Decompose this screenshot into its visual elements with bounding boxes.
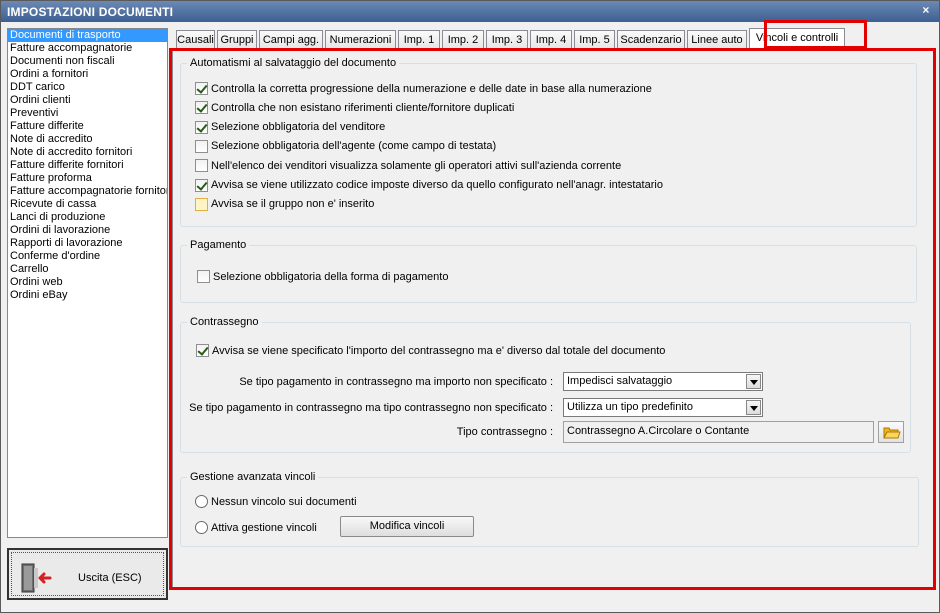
automatismo-checkbox[interactable]: Selezione obbligatoria del venditore [195,120,385,135]
tab-linee-auto[interactable]: Linee auto [687,30,747,51]
exit-button-label: Uscita (ESC) [78,572,142,584]
tab-panel-vincoli: Automatismi al salvataggio del documento… [172,50,934,590]
checkbox-box[interactable] [195,82,208,95]
checkbox-label: Selezione obbligatoria del venditore [211,121,386,134]
radio-circle[interactable] [195,521,208,534]
automatismo-checkbox[interactable]: Avvisa se il gruppo non e' inserito [195,197,374,212]
document-type-item[interactable]: Note di accredito [8,133,167,146]
checkbox-box[interactable] [196,344,209,357]
checkbox-label: Selezione obbligatoria dell'agente (come… [211,140,497,153]
close-icon[interactable]: × [919,3,933,17]
tab-imp-2[interactable]: Imp. 2 [442,30,484,51]
importo-label: Se tipo pagamento in contrassegno ma imp… [239,376,553,388]
radio-label: Attiva gestione vincoli [211,521,317,534]
tab-causali[interactable]: Causali [176,30,215,51]
checkbox-box[interactable] [195,178,208,192]
document-type-item[interactable]: Rapporti di lavorazione [8,237,167,250]
tab-imp-1[interactable]: Imp. 1 [398,30,440,51]
tab-campi-agg[interactable]: Campi agg. [259,30,323,51]
checkbox-label: Avvisa se viene utilizzato codice impost… [211,179,663,191]
tab-scadenzario[interactable]: Scadenzario [617,30,685,51]
automatismo-checkbox[interactable]: Avvisa se viene utilizzato codice impost… [195,178,663,193]
automatismo-checkbox[interactable]: Controlla la corretta progressione della… [195,81,652,96]
document-type-item[interactable]: Carrello [8,263,167,276]
checkbox-box[interactable] [195,101,208,115]
checkbox-label: Nell'elenco dei venditori visualizza sol… [211,159,622,172]
modifica-vincoli-button[interactable]: Modifica vincoli [340,516,474,537]
pagamento-group: Pagamento Selezione obbligatoria della f… [180,239,917,303]
automatismo-checkbox[interactable]: Nell'elenco dei venditori visualizza sol… [195,158,621,173]
automatismo-checkbox[interactable]: Controlla che non esistano riferimenti c… [195,100,514,115]
document-type-item[interactable]: Note di accredito fornitori [8,146,167,159]
document-type-item[interactable]: Documenti di trasporto [8,29,167,42]
document-type-item[interactable]: Conferme d'ordine [8,250,167,263]
checkbox-label: Controlla che non esistano riferimenti c… [211,101,515,114]
importo-selected-value: Impedisci salvataggio [567,375,673,387]
tipo-contrassegno-value: Contrassegno A.Circolare o Contante [567,425,750,437]
tab-gruppi[interactable]: Gruppi [217,30,257,51]
automatismi-group: Automatismi al salvataggio del documento… [180,57,917,227]
pagamento-legend: Pagamento [187,239,250,252]
window-title: IMPOSTAZIONI DOCUMENTI [7,5,174,19]
exit-door-icon [21,563,52,593]
document-type-item[interactable]: Fatture differite fornitori [8,159,167,172]
radio-label: Nessun vincolo sui documenti [211,495,357,508]
browse-folder-button[interactable] [878,421,904,443]
tipo-label: Se tipo pagamento in contrassegno ma tip… [189,402,553,414]
tab-imp-3[interactable]: Imp. 3 [486,30,528,51]
document-type-item[interactable]: Lanci di produzione [8,211,167,224]
checkbox-label: Avvisa se il gruppo non e' inserito [211,198,375,211]
tab-imp-4[interactable]: Imp. 4 [530,30,572,51]
document-type-list[interactable]: Documenti di trasporto Fatture accompagna… [7,28,168,538]
document-type-item[interactable]: Fatture accompagnatorie [8,42,167,55]
tipo-select[interactable]: Utilizza un tipo predefinito [563,398,763,417]
checkbox-box[interactable] [195,197,208,211]
nessun-vincolo-radio[interactable]: Nessun vincolo sui documenti [195,494,357,509]
tab-numerazioni[interactable]: Numerazioni [325,30,396,51]
document-type-item[interactable]: Ordini clienti [8,94,167,107]
document-type-item[interactable]: Ordini web [8,276,167,289]
chevron-down-icon[interactable] [746,400,761,415]
automatismo-checkbox[interactable]: Selezione obbligatoria dell'agente (come… [195,139,496,154]
checkbox-box[interactable] [197,270,210,283]
exit-button[interactable]: Uscita (ESC) [7,548,168,600]
document-type-item[interactable]: Documenti non fiscali [8,55,167,68]
automatismi-legend: Automatismi al salvataggio del documento [187,57,400,70]
title-bar: IMPOSTAZIONI DOCUMENTI × [1,1,939,22]
checkbox-label: Avvisa se viene specificato l'importo de… [212,344,666,357]
importo-select[interactable]: Impedisci salvataggio [563,372,763,391]
vincoli-group: Gestione avanzata vincoli Nessun vincolo… [180,471,919,547]
pagamento-obbligatorio-checkbox[interactable]: Selezione obbligatoria della forma di pa… [197,269,448,284]
settings-window: IMPOSTAZIONI DOCUMENTI × Documenti di tr… [0,0,940,613]
checkbox-label: Controlla la corretta progressione della… [211,82,652,95]
chevron-down-icon[interactable] [746,374,761,389]
document-type-item[interactable]: DDT carico [8,81,167,94]
attiva-vincoli-radio[interactable]: Attiva gestione vincoli [195,520,317,535]
checkbox-box[interactable] [195,120,208,134]
tipo-contrassegno-field[interactable]: Contrassegno A.Circolare o Contante [563,421,874,443]
checkbox-box[interactable] [195,159,208,173]
tipo-selected-value: Utilizza un tipo predefinito [567,401,693,413]
document-type-item[interactable]: Ordini di lavorazione [8,224,167,237]
folder-icon [883,427,901,439]
vincoli-legend: Gestione avanzata vincoli [187,471,319,484]
document-type-item[interactable]: Ricevute di cassa [8,198,167,211]
document-type-item[interactable]: Ordini a fornitori [8,68,167,81]
tab-imp-5[interactable]: Imp. 5 [574,30,615,51]
checkbox-label: Selezione obbligatoria della forma di pa… [213,270,449,283]
contrassegno-legend: Contrassegno [187,316,262,329]
tipo-contrassegno-label: Tipo contrassegno : [456,426,553,438]
checkbox-box[interactable] [195,139,208,153]
contrassegno-warn-checkbox[interactable]: Avvisa se viene specificato l'importo de… [196,343,665,358]
document-type-item[interactable]: Ordini eBay [8,289,167,302]
document-type-item[interactable]: Fatture differite [8,120,167,133]
tab-vincoli-e-controlli[interactable]: Vincoli e controlli [749,28,845,51]
radio-circle[interactable] [195,495,208,508]
contrassegno-group: Contrassegno Avvisa se viene specificato… [180,316,911,453]
document-type-item[interactable]: Fatture proforma [8,172,167,185]
document-type-item[interactable]: Fatture accompagnatorie fornitori [8,185,167,198]
document-type-item[interactable]: Preventivi [8,107,167,120]
